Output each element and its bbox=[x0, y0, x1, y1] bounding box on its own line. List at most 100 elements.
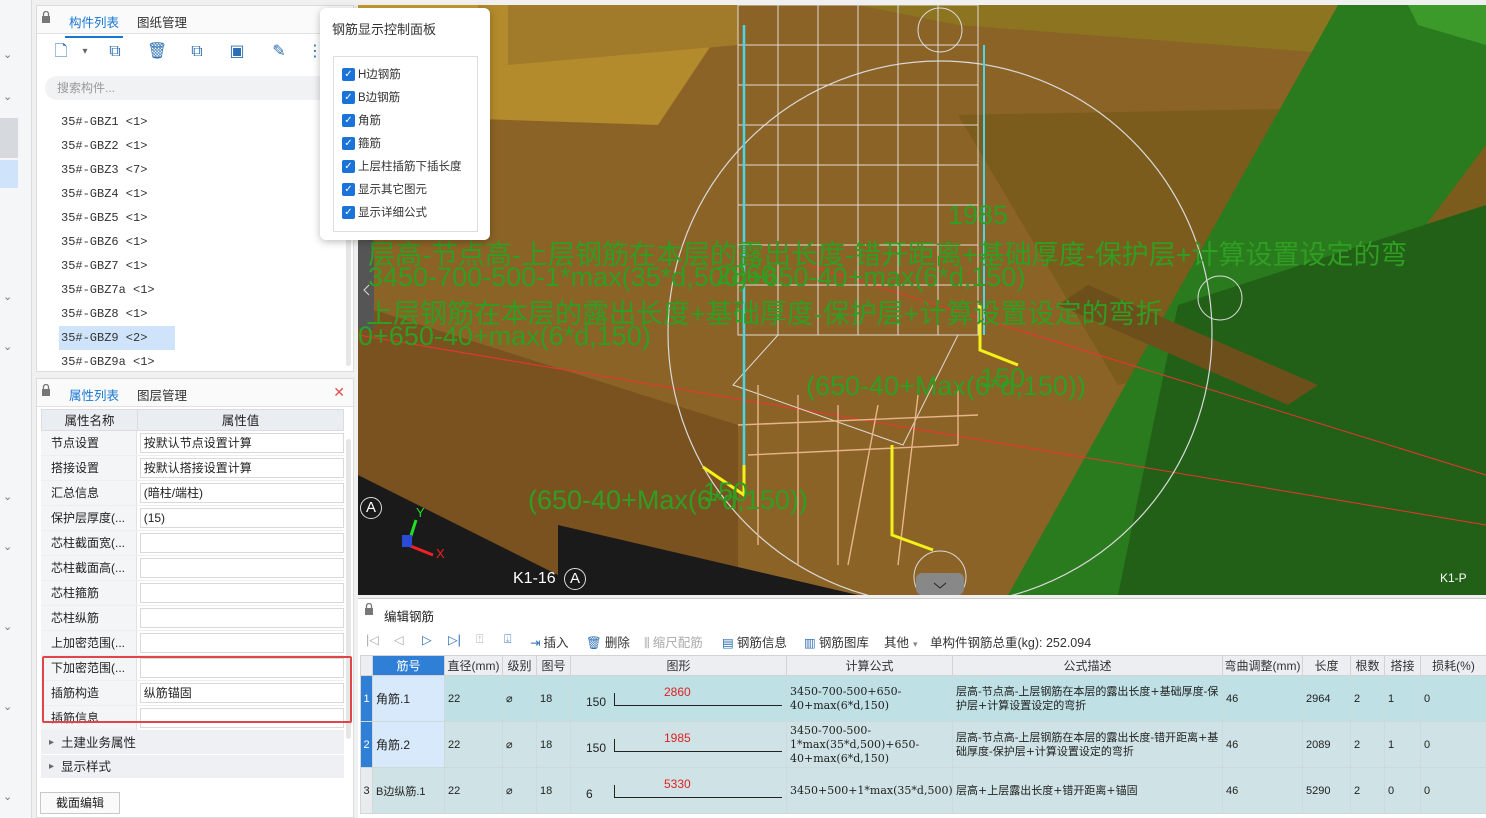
property-row[interactable]: 芯柱纵筋 bbox=[41, 606, 344, 631]
table-row[interactable]: 2 角筋.2 22 ⌀ 18 150 1985 3450-700-500-1*max(35*d… bbox=[360, 721, 1486, 768]
lock-icon[interactable] bbox=[41, 11, 51, 24]
section-edit-button[interactable]: 截面编辑 bbox=[40, 792, 120, 814]
property-row[interactable]: 汇总信息 (暗柱/端柱) bbox=[41, 481, 344, 506]
checkbox-checked-icon[interactable]: ✓ bbox=[342, 136, 355, 150]
chevron-down-icon[interactable]: ⌄ bbox=[3, 340, 17, 354]
diameter-cell[interactable]: 22 bbox=[444, 767, 503, 814]
property-row[interactable]: 保护层厚度(... (15) bbox=[41, 506, 344, 531]
delete-button[interactable]: 🗑 删除 bbox=[586, 632, 630, 651]
checkbox-checked-icon[interactable]: ✓ bbox=[342, 182, 355, 196]
grade-cell[interactable]: ⌀ bbox=[502, 721, 537, 768]
list-item[interactable]: 35#-GBZ1 <1> bbox=[59, 110, 339, 134]
other-dropdown[interactable]: 其他 ▾ bbox=[884, 632, 918, 651]
formula-cell[interactable]: 3450-700-500+650-40+max(6*d,150) bbox=[786, 675, 953, 722]
property-row[interactable]: 搭接设置 按默认搭接设置计算 bbox=[41, 456, 344, 481]
chevron-down-icon[interactable]: ⌄ bbox=[3, 620, 17, 634]
property-row[interactable]: 节点设置 按默认节点设置计算 bbox=[41, 431, 344, 456]
column-header[interactable]: 弯曲调整(mm) bbox=[1222, 655, 1303, 676]
property-value-field[interactable]: 按默认节点设置计算 bbox=[139, 433, 344, 453]
loss-cell[interactable]: 0 bbox=[1420, 721, 1486, 768]
column-header[interactable]: 损耗(%) bbox=[1420, 655, 1486, 676]
checkbox-checked-icon[interactable]: ✓ bbox=[342, 159, 355, 173]
diameter-cell[interactable]: 22 bbox=[444, 721, 503, 768]
property-value-field[interactable] bbox=[139, 633, 344, 653]
rebar-name-cell[interactable]: 角筋.2 bbox=[372, 721, 445, 768]
delete-icon[interactable]: 🗑 bbox=[147, 42, 167, 62]
chevron-down-icon[interactable]: ▾ bbox=[75, 42, 95, 62]
property-value-field[interactable] bbox=[139, 558, 344, 578]
property-value-field[interactable]: 按默认搭接设置计算 bbox=[139, 458, 344, 478]
display-option-checkbox[interactable]: ✓ 显示其它图元 bbox=[342, 180, 427, 198]
scale-rebar-button[interactable]: ⫼ 缩尺配筋 bbox=[644, 632, 703, 651]
new-component-icon[interactable]: 🗋 bbox=[51, 42, 71, 62]
length-cell[interactable]: 5290 bbox=[1302, 767, 1351, 814]
shape-main-length[interactable]: 2860 bbox=[664, 685, 691, 699]
list-item[interactable]: 35#-GBZ2 <1> bbox=[59, 134, 339, 158]
column-header[interactable]: 级别 bbox=[502, 655, 537, 676]
shape-cell[interactable]: 150 2860 bbox=[570, 675, 787, 722]
property-row[interactable]: 上加密范围(... bbox=[41, 631, 344, 656]
column-header[interactable]: 公式描述 bbox=[952, 655, 1223, 676]
loss-cell[interactable]: 0 bbox=[1420, 675, 1486, 722]
display-option-checkbox[interactable]: ✓ 角筋 bbox=[342, 111, 381, 129]
strip-selected[interactable] bbox=[0, 160, 18, 188]
list-item[interactable]: 35#-GBZ7a <1> bbox=[59, 278, 339, 302]
checkbox-checked-icon[interactable]: ✓ bbox=[342, 90, 355, 104]
first-icon[interactable]: |◁ bbox=[366, 632, 379, 647]
list-item[interactable]: 35#-GBZ4 <1> bbox=[59, 182, 339, 206]
bend-adjust-cell[interactable]: 46 bbox=[1222, 767, 1303, 814]
shape-cell[interactable]: 150 1985 bbox=[570, 721, 787, 768]
display-option-checkbox[interactable]: ✓ 显示详细公式 bbox=[342, 203, 427, 221]
copy-icon[interactable]: ⧉ bbox=[105, 42, 125, 62]
column-header[interactable]: 搭接 bbox=[1384, 655, 1421, 676]
move-down-icon[interactable]: ⍗ bbox=[504, 632, 512, 647]
count-cell[interactable]: 2 bbox=[1350, 675, 1385, 722]
column-header[interactable]: 根数 bbox=[1350, 655, 1385, 676]
next-icon[interactable]: ▷ bbox=[422, 632, 432, 647]
property-row[interactable]: 芯柱截面高(... bbox=[41, 556, 344, 581]
chevron-down-icon[interactable]: ⌄ bbox=[3, 490, 17, 504]
bend-adjust-cell[interactable]: 46 bbox=[1222, 721, 1303, 768]
last-icon[interactable]: ▷| bbox=[448, 632, 461, 647]
floor-copy-icon[interactable]: ▣ bbox=[227, 42, 247, 62]
figure-number-cell[interactable]: 18 bbox=[536, 675, 571, 722]
list-item[interactable]: 35#-GBZ5 <1> bbox=[59, 206, 339, 230]
column-header[interactable]: 长度 bbox=[1302, 655, 1351, 676]
grade-cell[interactable]: ⌀ bbox=[502, 675, 537, 722]
rebar-library-button[interactable]: ▥ 钢筋图库 bbox=[804, 632, 869, 651]
table-row[interactable]: 3 B边纵筋.1 22 ⌀ 18 6 5330 3450+500+1*max(35*d,500… bbox=[360, 767, 1486, 814]
list-item[interactable]: 35#-GBZ6 <1> bbox=[59, 230, 339, 254]
strip-highlight[interactable] bbox=[0, 118, 18, 158]
figure-number-cell[interactable]: 18 bbox=[536, 767, 571, 814]
chevron-down-icon[interactable]: ⌄ bbox=[3, 290, 17, 304]
loss-cell[interactable]: 0 bbox=[1420, 767, 1486, 814]
display-option-checkbox[interactable]: ✓ 上层柱插筋下插长度 bbox=[342, 157, 462, 175]
shape-hook-length[interactable]: 6 bbox=[586, 787, 593, 801]
lock-icon[interactable] bbox=[364, 603, 374, 616]
column-header[interactable]: 图号 bbox=[536, 655, 571, 676]
property-value-field[interactable] bbox=[139, 583, 344, 603]
property-value-field[interactable] bbox=[139, 608, 344, 628]
grade-cell[interactable]: ⌀ bbox=[502, 767, 537, 814]
chevron-down-icon[interactable]: ⌄ bbox=[3, 540, 17, 554]
chevron-down-icon[interactable]: ⌄ bbox=[3, 790, 17, 804]
lap-cell[interactable]: 1 bbox=[1384, 675, 1421, 722]
lock-icon[interactable] bbox=[41, 384, 51, 397]
bend-adjust-cell[interactable]: 46 bbox=[1222, 675, 1303, 722]
tab-drawing-management[interactable]: 图纸管理 bbox=[137, 12, 187, 31]
rebar-name-cell[interactable]: B边纵筋.1 bbox=[372, 767, 445, 814]
count-cell[interactable]: 2 bbox=[1350, 721, 1385, 768]
list-item[interactable]: 35#-GBZ8 <1> bbox=[59, 302, 339, 326]
chevron-down-icon[interactable]: ⌄ bbox=[3, 700, 17, 714]
group-civil-properties[interactable]: 土建业务属性 bbox=[41, 731, 344, 755]
length-cell[interactable]: 2964 bbox=[1302, 675, 1351, 722]
formula-cell[interactable]: 3450+500+1*max(35*d,500)+28*d bbox=[786, 767, 953, 814]
property-row[interactable]: 芯柱箍筋 bbox=[41, 581, 344, 606]
edit-icon[interactable]: ✎ bbox=[269, 42, 289, 62]
tab-component-list[interactable]: 构件列表 bbox=[64, 12, 124, 38]
formula-cell[interactable]: 3450-700-500-1*max(35*d,500)+650-40+max(… bbox=[786, 721, 953, 768]
property-value-field[interactable]: (暗柱/端柱) bbox=[139, 483, 344, 503]
length-cell[interactable]: 2089 bbox=[1302, 721, 1351, 768]
chevron-down-icon[interactable]: ⌄ bbox=[3, 48, 17, 62]
property-row[interactable]: 芯柱截面宽(... bbox=[41, 531, 344, 556]
